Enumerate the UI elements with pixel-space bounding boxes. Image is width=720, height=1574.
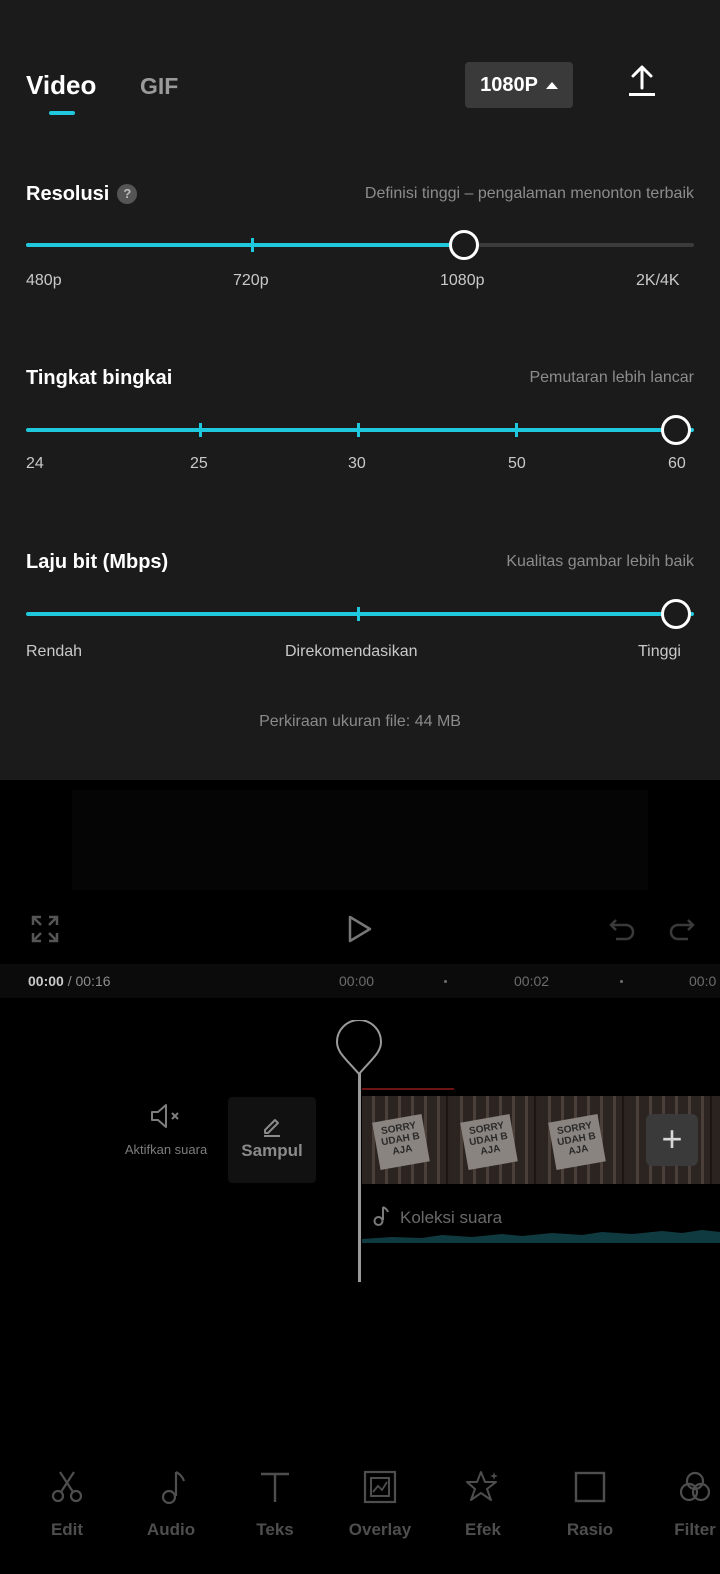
ruler-dot — [620, 980, 623, 983]
resolution-dropdown-label: 1080P — [480, 73, 538, 96]
frame-rate-hint: Pemutaran lebih lancar — [529, 369, 694, 386]
clip-sticker-text: SORRY UDAH B AJA — [548, 1114, 606, 1170]
bitrate-slider-knob[interactable] — [661, 599, 691, 629]
clip-thumbnail: SORRY UDAH B AJA — [362, 1096, 448, 1184]
bottom-toolbar: Edit Audio Teks Overlay Efek Rasio Filte… — [0, 1470, 720, 1570]
tool-effects[interactable]: Efek — [438, 1470, 528, 1540]
frame-rate-label-50: 50 — [508, 455, 526, 472]
bitrate-slider-tick — [357, 607, 360, 621]
active-tab-indicator — [49, 111, 75, 115]
tool-audio[interactable]: Audio — [126, 1470, 216, 1540]
video-preview[interactable] — [72, 790, 648, 890]
resolution-label-1080p: 1080p — [440, 272, 485, 289]
tool-audio-label: Audio — [146, 1520, 196, 1539]
filter-icon — [679, 1471, 711, 1502]
tool-text-label: Teks — [256, 1520, 294, 1539]
clip-thumbnail: SORRY UDAH B AJA — [538, 1096, 624, 1184]
frame-rate-title: Tingkat bingkai — [26, 367, 173, 389]
trim-marker — [362, 1088, 454, 1090]
help-icon[interactable]: ? — [117, 184, 138, 204]
export-settings-panel: Video GIF 1080P Resolusi? Definisi tingg… — [0, 0, 720, 780]
current-time: 00:00 — [28, 973, 64, 989]
playhead-handle[interactable] — [335, 1020, 383, 1076]
bitrate-label-high: Tinggi — [638, 643, 681, 660]
tool-filter[interactable]: Filter — [650, 1470, 720, 1540]
resolution-title: Resolusi — [26, 183, 110, 205]
resolution-label-720p: 720p — [233, 272, 269, 289]
resolution-label-2k4k: 2K/4K — [636, 272, 680, 289]
mute-toggle[interactable]: Aktifkan suara — [118, 1102, 214, 1157]
audio-track[interactable]: Koleksi suara — [362, 1197, 720, 1243]
resolution-hint: Definisi tinggi – pengalaman menonton te… — [364, 185, 694, 202]
clip-sticker-text: SORRY UDAH B AJA — [460, 1114, 518, 1170]
frame-rate-label-30: 30 — [348, 455, 366, 472]
resolution-slider-knob[interactable] — [449, 230, 479, 260]
tool-text[interactable]: Teks — [230, 1470, 320, 1540]
add-clip-button[interactable]: + — [646, 1114, 698, 1166]
ruler-mark: 00:00 — [339, 973, 375, 989]
ruler-mark: 00:02 — [514, 973, 550, 989]
scissors-icon — [51, 1471, 83, 1503]
text-icon — [261, 1472, 289, 1502]
ruler-dot — [444, 980, 447, 983]
resolution-slider[interactable] — [26, 230, 694, 260]
tool-overlay-label: Overlay — [348, 1520, 412, 1539]
bitrate-label-low: Rendah — [26, 643, 83, 660]
frame-rate-slider[interactable] — [26, 415, 694, 445]
music-note-icon — [161, 1471, 186, 1504]
music-note-icon — [373, 1206, 389, 1226]
frame-rate-slider-knob[interactable] — [661, 415, 691, 445]
frame-rate-label-24: 24 — [26, 455, 44, 472]
frame-rate-label-25: 25 — [190, 455, 208, 472]
bitrate-label-recommended: Direkomendasikan — [285, 643, 418, 660]
tool-effects-label: Efek — [465, 1520, 501, 1539]
undo-icon[interactable] — [608, 914, 636, 942]
play-icon[interactable] — [346, 914, 374, 944]
audio-track-label: Koleksi suara — [400, 1208, 503, 1227]
playback-time: 00:00 / 00:16 — [28, 973, 111, 989]
aspect-ratio-icon — [574, 1471, 606, 1503]
clip-sticker-text: SORRY UDAH B AJA — [372, 1114, 430, 1170]
effects-star-icon — [466, 1471, 498, 1501]
estimated-file-size: Perkiraan ukuran file: 44 MB — [259, 713, 461, 730]
playhead[interactable] — [358, 1060, 361, 1282]
tool-ratio[interactable]: Rasio — [545, 1470, 635, 1540]
frame-rate-slider-tick — [199, 423, 202, 437]
tab-video[interactable]: Video — [26, 70, 96, 101]
tool-edit[interactable]: Edit — [22, 1470, 112, 1540]
tool-ratio-label: Rasio — [566, 1520, 614, 1539]
resolution-dropdown-button[interactable]: 1080P — [465, 62, 573, 108]
overlay-icon — [363, 1470, 397, 1504]
cover-button[interactable]: Sampul — [228, 1097, 316, 1183]
resolution-slider-tick — [251, 238, 254, 252]
bitrate-slider[interactable] — [26, 599, 694, 629]
tool-edit-label: Edit — [50, 1520, 84, 1539]
frame-rate-slider-tick — [357, 423, 360, 437]
frame-rate-label-60: 60 — [668, 455, 686, 472]
mute-label: Aktifkan suara — [124, 1142, 208, 1157]
fullscreen-icon[interactable] — [31, 915, 59, 943]
bitrate-title: Laju bit (Mbps) — [26, 551, 169, 573]
redo-icon[interactable] — [668, 914, 696, 942]
resolution-slider-fill — [26, 243, 464, 247]
clip-thumbnail: SORRY UDAH B AJA — [450, 1096, 536, 1184]
resolution-section: Resolusi? — [26, 183, 138, 206]
tool-filter-label: Filter — [674, 1520, 716, 1539]
tab-gif[interactable]: GIF — [140, 73, 178, 100]
frame-rate-slider-tick — [515, 423, 518, 437]
export-upload-icon[interactable] — [628, 64, 656, 98]
caret-up-icon — [545, 81, 558, 89]
cover-label: Sampul — [241, 1141, 303, 1160]
pencil-icon — [264, 1119, 280, 1137]
total-time: / 00:16 — [63, 973, 111, 989]
speaker-muted-icon — [151, 1104, 179, 1128]
resolution-label-480p: 480p — [26, 272, 62, 289]
bitrate-hint: Kualitas gambar lebih baik — [506, 553, 694, 570]
tool-overlay[interactable]: Overlay — [335, 1470, 425, 1540]
ruler-mark: 00:0 — [689, 973, 717, 989]
